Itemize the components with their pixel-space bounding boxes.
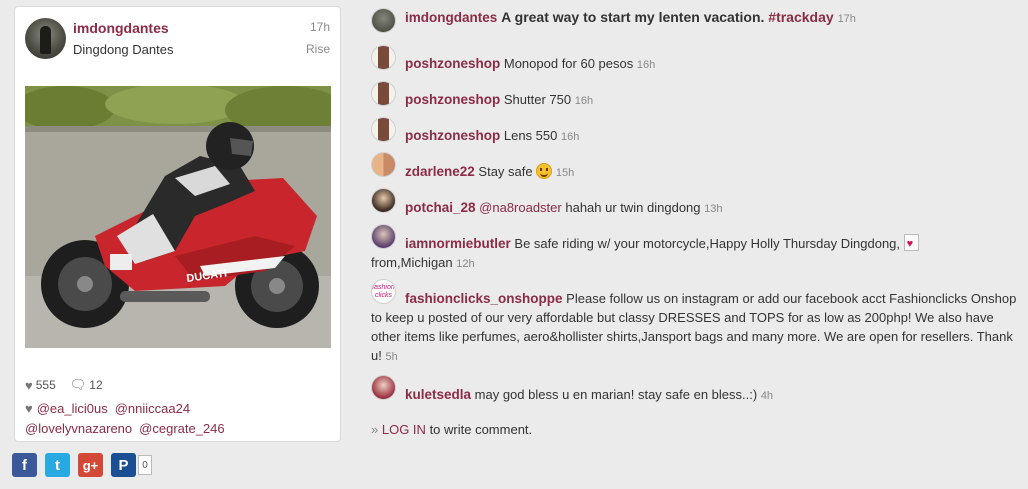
author-avatar[interactable] <box>25 18 66 59</box>
share-bar: f t g+ P 0 <box>12 453 152 477</box>
avatar-logo-text: fashion clicks <box>372 284 395 299</box>
comment-time: 16h <box>574 95 594 107</box>
commenter-username[interactable]: poshzoneshop <box>405 56 500 71</box>
comment-item: imdongdantes A great way to start my len… <box>371 8 1021 33</box>
love-letter-emoji-icon <box>903 234 919 254</box>
comment-text: Be safe riding w/ your motorcycle,Happy … <box>514 236 901 251</box>
post-photo[interactable]: DUCATI <box>25 86 331 348</box>
twitter-icon: t <box>55 456 60 474</box>
smiley-emoji-icon <box>536 163 553 179</box>
comment-time: 17h <box>837 13 856 25</box>
liker-link[interactable]: @ea_lici0us <box>37 401 108 416</box>
likes-count: 555 <box>35 378 56 392</box>
comment-text: Lens 550 <box>503 128 558 143</box>
pinterest-share-button[interactable]: P <box>111 453 136 477</box>
facebook-share-button[interactable]: f <box>12 453 37 477</box>
comment-item: kuletsedla may god bless u en marian! st… <box>371 375 1021 406</box>
comment-time: 16h <box>636 59 656 71</box>
comment-item: zdarlene22 Stay safe 15h <box>371 152 1021 183</box>
commenter-avatar[interactable] <box>371 8 396 33</box>
post-card: imdongdantes Dingdong Dantes 17h Rise DU… <box>14 6 341 442</box>
comment-time: 16h <box>561 131 580 143</box>
login-prompt: » LOG IN to write comment. <box>371 422 532 437</box>
comment-time: 15h <box>555 167 575 179</box>
comment-text: A great way to start my lenten vacation. <box>501 9 765 25</box>
commenter-username[interactable]: kuletsedla <box>405 387 471 402</box>
comments-count: 12 <box>89 378 103 392</box>
mention-link[interactable]: @na8roadster <box>479 200 562 215</box>
commenter-username[interactable]: potchai_28 <box>405 200 476 215</box>
comment-bubble-icon[interactable]: 🗨︎ <box>70 377 87 393</box>
commenter-username[interactable]: poshzoneshop <box>405 92 500 107</box>
googleplus-share-button[interactable]: g+ <box>78 453 103 477</box>
commenter-avatar[interactable] <box>371 45 396 70</box>
commenter-username[interactable]: poshzoneshop <box>405 128 500 143</box>
commenter-username[interactable]: imdongdantes <box>405 10 497 25</box>
author-username-link[interactable]: imdongdantes <box>73 20 169 36</box>
comment-text-continued: from,Michigan <box>371 255 453 270</box>
author-display-name: Dingdong Dantes <box>73 42 174 57</box>
commenter-avatar[interactable] <box>371 375 396 400</box>
heart-icon: ♥ <box>25 401 33 416</box>
login-suffix: to write comment. <box>429 422 533 437</box>
commenter-avatar[interactable]: fashion clicks <box>371 279 396 304</box>
comment-item: poshzoneshop Lens 550 16h <box>371 117 1021 147</box>
googleplus-icon: g+ <box>82 457 99 473</box>
post-location[interactable]: Rise <box>306 42 330 56</box>
post-time: 17h <box>309 20 330 34</box>
comment-text: Shutter 750 <box>503 92 572 107</box>
liker-link[interactable]: @lovelyvnazareno <box>25 421 132 436</box>
comment-text: Stay safe <box>478 164 533 179</box>
comment-time: 5h <box>385 351 398 363</box>
comment-text: hahah ur twin dingdong <box>565 200 701 215</box>
login-link[interactable]: LOG IN <box>382 422 426 437</box>
commenter-username[interactable]: iamnormiebutler <box>405 236 511 251</box>
facebook-icon: f <box>22 456 27 474</box>
likers-list: ♥ @ea_lici0us @nniiccaa24 @lovelyvnazareno… <box>25 399 335 439</box>
comment-item: poshzoneshop Shutter 750 16h <box>371 81 1021 111</box>
twitter-share-button[interactable]: t <box>45 453 70 477</box>
liker-link[interactable]: @cegrate_246 <box>139 421 224 436</box>
commenter-avatar[interactable] <box>371 152 396 177</box>
comment-item: potchai_28 @na8roadster hahah ur twin di… <box>371 188 1021 219</box>
commenter-username[interactable]: fashionclicks_onshoppe <box>405 291 563 306</box>
comment-time: 13h <box>704 203 723 215</box>
share-count: 0 <box>138 455 152 475</box>
comment-item: poshzoneshop Monopod for 60 pesos 16h <box>371 45 1021 75</box>
post-stats: ♥ 555 🗨︎ 12 <box>25 377 103 393</box>
commenter-username[interactable]: zdarlene22 <box>405 164 475 179</box>
comment-text: may god bless u en marian! stay safe en … <box>474 387 758 402</box>
comment-item: iamnormiebutler Be safe riding w/ your m… <box>371 224 1021 274</box>
liker-link[interactable]: @nniiccaa24 <box>115 401 190 416</box>
commenter-avatar[interactable] <box>371 117 396 142</box>
pinterest-icon: P <box>118 456 129 474</box>
comment-text: Monopod for 60 pesos <box>503 56 634 71</box>
comment-time: 12h <box>456 258 475 270</box>
heart-icon[interactable]: ♥ <box>25 378 33 393</box>
commenter-avatar[interactable] <box>371 224 396 249</box>
comment-item: fashion clicks fashionclicks_onshoppe Pl… <box>371 279 1021 367</box>
login-prefix: » <box>371 422 379 437</box>
commenter-avatar[interactable] <box>371 188 396 213</box>
commenter-avatar[interactable] <box>371 81 396 106</box>
hashtag-link[interactable]: #trackday <box>768 9 833 25</box>
comment-time: 4h <box>760 390 774 402</box>
